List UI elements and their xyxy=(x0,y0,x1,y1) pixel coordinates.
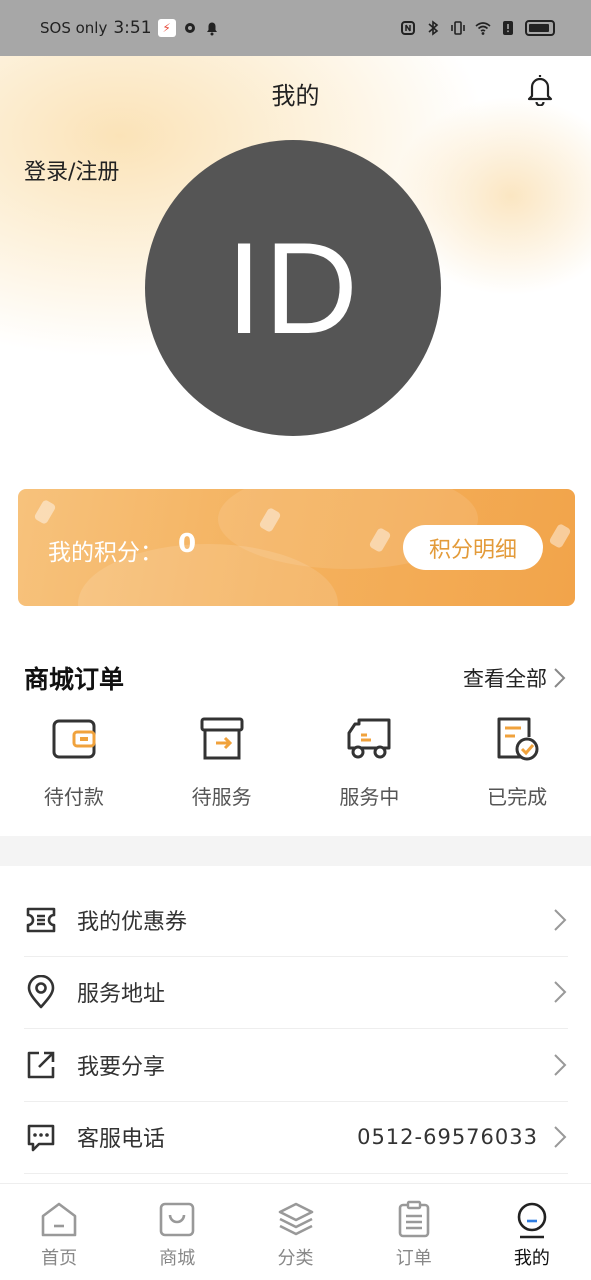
order-status-pending-payment[interactable]: 待付款 xyxy=(0,715,148,810)
shop-icon xyxy=(159,1202,195,1237)
menu-item-label: 客服电话 xyxy=(77,1127,166,1153)
customer-service-phone[interactable]: 0512-69576033 xyxy=(357,1125,538,1149)
points-detail-button[interactable]: 积分明细 xyxy=(403,525,543,570)
profile-icon xyxy=(517,1202,547,1239)
status-right xyxy=(400,20,555,36)
nfc-icon xyxy=(401,21,415,35)
location-icon xyxy=(27,975,55,1009)
order-status-completed[interactable]: 已完成 xyxy=(443,715,591,810)
order-status-label: 待付款 xyxy=(43,785,104,809)
wifi-icon xyxy=(475,22,491,35)
menu-item-coupons[interactable]: 我的优惠券 xyxy=(24,884,568,957)
view-all-orders-link[interactable]: 查看全部 xyxy=(463,663,567,693)
status-bar: SOS only 3:51 ⚡ xyxy=(0,0,591,56)
tab-label: 商城 xyxy=(159,1248,196,1269)
menu-item-customer-service[interactable]: 客服电话 0512-69576033 xyxy=(24,1102,568,1174)
order-status-label: 服务中 xyxy=(339,785,400,809)
order-status-label: 待服务 xyxy=(191,785,252,809)
app-notification-icon: ⚡ xyxy=(157,19,176,37)
done-icon xyxy=(497,717,539,761)
avatar[interactable]: ID xyxy=(145,140,441,436)
menu-list: 我的优惠券 服务地址 我要分享 客服电话 0512-69576033 xyxy=(24,884,568,1174)
tab-label: 我的 xyxy=(513,1248,550,1269)
section-divider xyxy=(0,836,591,866)
tab-shop[interactable]: 商城 xyxy=(118,1184,236,1280)
tab-orders[interactable]: 订单 xyxy=(355,1184,473,1280)
chevron-right-icon xyxy=(554,981,567,1003)
order-status-in-service[interactable]: 服务中 xyxy=(296,715,444,810)
chevron-right-icon xyxy=(554,668,566,688)
tab-home[interactable]: 首页 xyxy=(0,1184,118,1280)
box-icon xyxy=(200,717,244,760)
tab-category[interactable]: 分类 xyxy=(236,1184,354,1280)
truck-icon xyxy=(347,718,391,759)
chevron-right-icon xyxy=(554,1054,567,1076)
notification-bell-icon xyxy=(206,22,217,36)
points-label: 我的积分： xyxy=(48,540,163,566)
view-all-label: 查看全部 xyxy=(463,667,547,691)
order-status-row: 待付款 待服务 服务中 已完成 xyxy=(0,715,591,810)
menu-item-label: 我要分享 xyxy=(77,1054,166,1080)
coupon-icon xyxy=(26,907,56,933)
vibrate-icon xyxy=(451,21,465,35)
tab-label: 分类 xyxy=(277,1248,314,1269)
order-status-pending-service[interactable]: 待服务 xyxy=(148,715,296,810)
page-title: 我的 xyxy=(271,82,320,110)
gear-icon xyxy=(184,23,195,33)
bell-icon[interactable] xyxy=(525,72,555,106)
clock: 3:51 xyxy=(113,18,152,38)
chat-icon xyxy=(27,1124,55,1152)
chevron-right-icon xyxy=(554,909,567,931)
menu-item-share[interactable]: 我要分享 xyxy=(24,1029,568,1102)
home-icon xyxy=(41,1202,77,1237)
order-icon xyxy=(398,1200,430,1238)
category-icon xyxy=(278,1202,313,1236)
bottom-tab-bar: 首页 商城 分类 订单 我的 xyxy=(0,1183,591,1280)
menu-item-service-address[interactable]: 服务地址 xyxy=(24,957,568,1029)
menu-item-label: 我的优惠券 xyxy=(77,909,188,935)
tab-label: 订单 xyxy=(395,1248,432,1269)
wallet-icon xyxy=(52,719,96,759)
login-register-link[interactable]: 登录/注册 xyxy=(24,154,119,186)
points-value: 0 xyxy=(178,529,197,559)
menu-item-label: 服务地址 xyxy=(77,982,166,1008)
chevron-right-icon xyxy=(554,1126,567,1148)
order-status-label: 已完成 xyxy=(487,785,548,809)
tab-profile[interactable]: 我的 xyxy=(473,1184,591,1280)
tab-label: 首页 xyxy=(41,1248,78,1269)
points-card: 我的积分： 0 积分明细 xyxy=(18,489,575,606)
battery-icon xyxy=(525,20,555,36)
bluetooth-icon xyxy=(428,20,439,36)
profile-header: 我的 登录/注册 ID xyxy=(0,56,591,476)
sim-alert-icon xyxy=(503,21,513,35)
share-icon xyxy=(27,1051,55,1079)
status-left: SOS only 3:51 ⚡ xyxy=(40,18,220,38)
orders-section-title: 商城订单 xyxy=(24,665,125,694)
carrier-text: SOS only xyxy=(40,19,108,37)
